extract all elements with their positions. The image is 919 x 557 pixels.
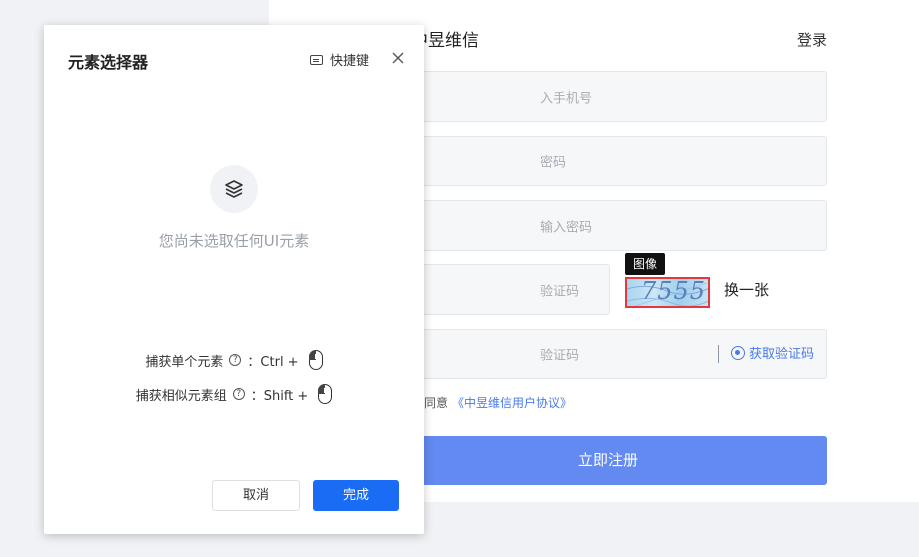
hint-single-label: 捕获单个元素 xyxy=(145,354,224,370)
sms-code-placeholder: 验证码 xyxy=(540,348,580,364)
shortcut-button[interactable]: 快捷键 xyxy=(310,50,369,69)
get-sms-code-button[interactable]: 获取验证码 xyxy=(731,343,814,362)
password-input[interactable]: 密码 xyxy=(389,136,827,186)
sms-divider xyxy=(718,345,719,363)
mouse-left-click-icon xyxy=(308,350,323,370)
hint-element-group: 捕获相似元素组 ? ：Shift + xyxy=(44,384,424,404)
mouse-left-click-icon xyxy=(318,384,333,404)
get-sms-code-label: 获取验证码 xyxy=(749,347,815,362)
element-picker-dialog: 元素选择器 快捷键 您尚未选取任何UI元素 捕获单个元素 ? ：Ctrl + 捕… xyxy=(44,25,424,534)
help-icon[interactable]: ? xyxy=(229,354,242,366)
keyboard-icon xyxy=(310,54,323,65)
refresh-captcha-link[interactable]: 换一张 xyxy=(724,279,769,300)
target-icon xyxy=(731,345,745,360)
empty-state-text: 您尚未选取任何UI元素 xyxy=(158,232,310,250)
confirm-password-input[interactable]: 输入密码 xyxy=(389,200,827,251)
hint-group-label: 捕获相似元素组 xyxy=(135,388,227,404)
image-element-tag: 图像 xyxy=(625,253,665,275)
hint-single-keys: ：Ctrl + xyxy=(247,354,299,370)
login-link[interactable]: 登录 xyxy=(797,29,827,50)
shortcut-label: 快捷键 xyxy=(330,54,370,69)
agreement-link[interactable]: 《中昱维信用户协议》 xyxy=(452,396,572,410)
close-icon[interactable] xyxy=(390,50,406,66)
confirm-password-placeholder: 输入密码 xyxy=(540,220,593,235)
register-submit-button[interactable]: 立即注册 xyxy=(389,436,827,485)
help-icon[interactable]: ? xyxy=(232,388,245,400)
hint-group-keys: ：Shift + xyxy=(250,388,309,404)
captcha-placeholder: 验证码 xyxy=(540,284,580,299)
done-button[interactable]: 完成 xyxy=(313,480,399,511)
agreement-line: 同意 《中昱维信用户协议》 xyxy=(424,394,572,411)
empty-state-badge xyxy=(210,165,258,213)
phone-input[interactable]: 入手机号 xyxy=(389,71,827,122)
captcha-image[interactable]: 7555 xyxy=(625,277,710,308)
cancel-button[interactable]: 取消 xyxy=(212,480,300,511)
layers-icon xyxy=(225,180,243,198)
hint-single-element: 捕获单个元素 ? ：Ctrl + xyxy=(44,350,424,370)
captcha-code: 7555 xyxy=(641,277,707,305)
agree-text: 同意 xyxy=(424,396,449,410)
phone-placeholder: 入手机号 xyxy=(540,91,593,106)
dialog-title: 元素选择器 xyxy=(68,53,149,72)
password-placeholder: 密码 xyxy=(540,155,567,171)
